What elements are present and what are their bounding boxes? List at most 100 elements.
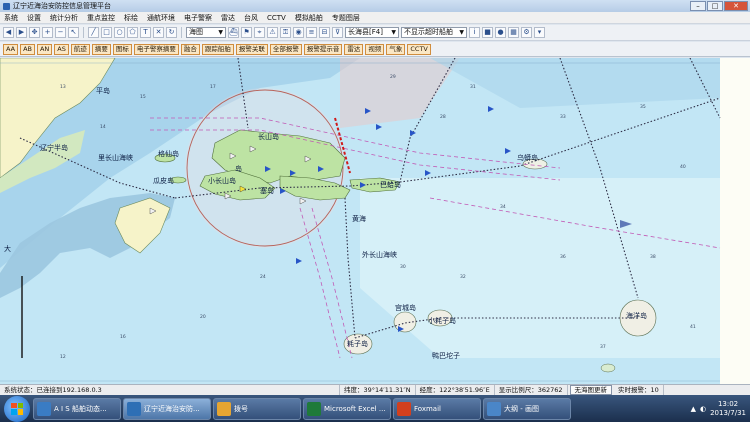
svg-text:12: 12	[60, 354, 66, 360]
map-label-haiyang: 海洋岛	[626, 312, 647, 320]
taskbar-item-paint[interactable]: 大纲 - 画图	[483, 397, 571, 420]
menu-navigation-env[interactable]: 通航环境	[147, 13, 175, 23]
circle-icon[interactable]: ○	[114, 27, 125, 38]
minimize-button[interactable]: –	[690, 1, 706, 11]
delete-icon[interactable]: ✕	[153, 27, 164, 38]
polygon-icon[interactable]: ⬠	[127, 27, 138, 38]
start-button[interactable]	[4, 395, 30, 422]
excel-app-icon	[307, 401, 321, 416]
cctv-button[interactable]: CCTV	[407, 43, 431, 55]
filter-aa-button[interactable]: AA	[3, 43, 19, 55]
taskbar-item-excel[interactable]: Microsoft Excel ...	[303, 397, 391, 420]
alarm-count: 实时报警：10	[614, 384, 664, 396]
menu-settings[interactable]: 设置	[27, 13, 41, 23]
filter-as-button[interactable]: AS	[54, 43, 69, 55]
radar-button[interactable]: 雷达	[344, 43, 364, 55]
ais-app-icon	[37, 401, 51, 416]
chevron-down-icon: ▼	[459, 29, 464, 36]
status-bar: 系统状态：已连接到192.168.0.3 纬度：39°14′11.31″N 经度…	[0, 384, 750, 396]
text-icon[interactable]: T	[140, 27, 151, 38]
info-icon[interactable]: i	[469, 27, 480, 38]
all-alarms-button[interactable]: 全部报警	[269, 43, 302, 55]
close-button[interactable]: ✕	[724, 1, 748, 11]
ship-icon[interactable]: ⛴	[228, 27, 239, 38]
menu-key-monitor[interactable]: 重点监控	[87, 13, 115, 23]
taskbar-item-foxmail[interactable]: Foxmail	[393, 397, 481, 420]
back-icon[interactable]: ◀	[3, 27, 14, 38]
zoom-out-icon[interactable]: −	[55, 27, 66, 38]
ruler-icon[interactable]: ⊟	[319, 27, 330, 38]
taskbar-item-label: 大纲 - 画图	[504, 404, 539, 413]
volume-icon[interactable]: ◐	[700, 405, 706, 413]
region-select[interactable]: 长海县[F4] ▼	[345, 27, 399, 38]
svg-text:36: 36	[560, 254, 566, 260]
taskbar-item-label: Foxmail	[414, 404, 441, 413]
menu-statistics[interactable]: 统计分析	[50, 13, 78, 23]
zoom-in-icon[interactable]: +	[42, 27, 53, 38]
menu-plot[interactable]: 标绘	[124, 13, 138, 23]
track-ships-button[interactable]: 跟踪船舶	[201, 43, 234, 55]
menu-radar[interactable]: 雷达	[221, 13, 235, 23]
pan-icon[interactable]: ✥	[29, 27, 40, 38]
refresh-icon[interactable]: ↻	[166, 27, 177, 38]
rectangle-icon[interactable]: □	[101, 27, 112, 38]
menu-thematic-layer[interactable]: 专题图层	[332, 13, 360, 23]
pin-icon[interactable]: ⌖	[254, 27, 265, 38]
summary-button[interactable]: 摘要	[91, 43, 111, 55]
window-controls: – □ ✕	[690, 1, 748, 11]
alarm-sound-button[interactable]: 报警提示音	[303, 43, 343, 55]
fusion-button[interactable]: 融合	[180, 43, 200, 55]
video-button[interactable]: 视频	[365, 43, 385, 55]
menu-e-police[interactable]: 电子警察	[184, 13, 212, 23]
network-icon[interactable]: ▲	[691, 405, 696, 413]
flag-icon[interactable]: ⚑	[241, 27, 252, 38]
menu-system[interactable]: 系统	[4, 13, 18, 23]
layer-select[interactable]: 海图 ▼	[186, 27, 226, 38]
dialer-app-icon	[217, 401, 231, 416]
taskbar-item-label: Microsoft Excel ...	[324, 404, 386, 413]
chart-update-button[interactable]: 无海图更新	[569, 385, 613, 395]
lock-icon[interactable]: ⚿	[280, 27, 291, 38]
filter-an-button[interactable]: AN	[36, 43, 53, 55]
map-label-huanghai: 黄海	[352, 215, 366, 223]
menu-cctv[interactable]: CCTV	[267, 14, 286, 22]
e-police-summary-button[interactable]: 电子警察摘要	[133, 43, 179, 55]
svg-text:33: 33	[560, 114, 566, 120]
filter-icon[interactable]: ⊽	[332, 27, 343, 38]
chevron-down-icon: ▼	[391, 29, 396, 36]
map-label-wumang: 乌蟒岛	[517, 154, 538, 162]
alarm-link-button[interactable]: 报警关联	[235, 43, 268, 55]
map-border-land	[720, 58, 750, 384]
taskbar-item-platform[interactable]: 辽宁近海治安防...	[123, 397, 211, 420]
maximize-button[interactable]: □	[707, 1, 723, 11]
timeout-filter-select[interactable]: 不显示超时船舶 ▼	[401, 27, 467, 38]
chart-map[interactable]: 13 15 17 29 31 33 35 40 38 34 36 32 30 24 20 16 12 3…	[0, 58, 750, 384]
paint-app-icon	[487, 401, 501, 416]
map-canvas[interactable]: 13 15 17 29 31 33 35 40 38 34 36 32 30 24 20 16 12 3…	[0, 58, 750, 384]
clock[interactable]: 13:02 2013/7/31	[710, 400, 746, 418]
measure-icon[interactable]: ╱	[88, 27, 99, 38]
layers-icon[interactable]: ≡	[306, 27, 317, 38]
icon-button[interactable]: 图标	[112, 43, 132, 55]
track-button[interactable]: 航迹	[70, 43, 90, 55]
svg-text:37: 37	[600, 344, 606, 350]
filter-ab-button[interactable]: AB	[20, 43, 35, 55]
weather-button[interactable]: 气象	[386, 43, 406, 55]
forward-icon[interactable]: ▶	[16, 27, 27, 38]
camera-icon[interactable]: ◉	[293, 27, 304, 38]
map-label-da: 大	[4, 245, 11, 253]
record-icon[interactable]: ●	[495, 27, 506, 38]
settings-icon[interactable]: ⚙	[521, 27, 532, 38]
warning-icon[interactable]: ⚠	[267, 27, 278, 38]
menu-typhoon[interactable]: 台风	[244, 13, 258, 23]
dropdown-icon[interactable]: ▾	[534, 27, 545, 38]
grid-icon[interactable]: ▦	[508, 27, 519, 38]
stop-icon[interactable]: ■	[482, 27, 493, 38]
menu-simulated-ship[interactable]: 模拟船舶	[295, 13, 323, 23]
svg-text:16: 16	[120, 334, 126, 340]
map-label-xiaochangshan: 小长山岛	[208, 177, 236, 185]
svg-text:28: 28	[440, 114, 446, 120]
select-icon[interactable]: ↖	[68, 27, 79, 38]
taskbar-item-dialer[interactable]: 拨号	[213, 397, 301, 420]
taskbar-item-ais[interactable]: A I S 船舶动态...	[33, 397, 121, 420]
